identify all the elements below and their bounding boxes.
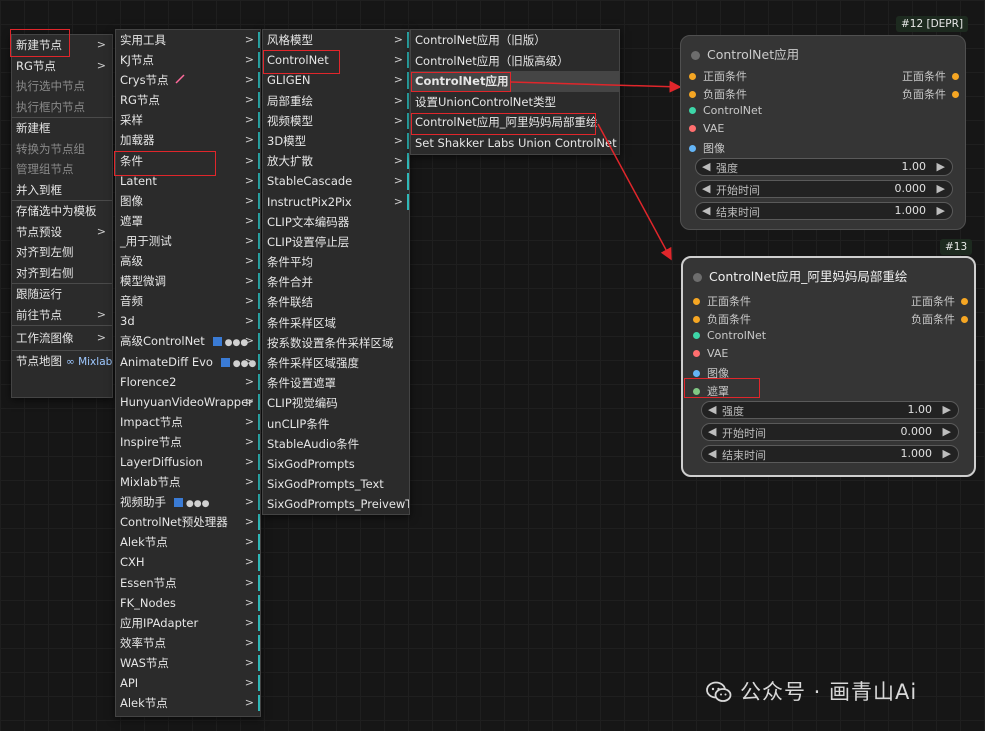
decrement-arrow-icon[interactable]: ◀ (708, 425, 716, 438)
input-slot[interactable]: 图像 (689, 140, 725, 156)
increment-arrow-icon[interactable]: ▶ (937, 160, 945, 173)
highlight-mask-input (684, 378, 760, 398)
input-slot[interactable]: 正面条件 (693, 293, 751, 309)
slot-dot-icon[interactable] (952, 91, 959, 98)
number-widget[interactable]: ◀ 开始时间 0.000 ▶ (695, 180, 953, 198)
number-widget[interactable]: ◀ 强度 1.00 ▶ (695, 158, 953, 176)
watermark: 公众号 · 画青山Ai (706, 676, 917, 706)
decrement-arrow-icon[interactable]: ◀ (702, 160, 710, 173)
decrement-arrow-icon[interactable]: ◀ (702, 182, 710, 195)
slot-dot-icon[interactable] (961, 316, 968, 323)
node-title[interactable]: ControlNet应用_阿里妈妈局部重绘 (693, 266, 907, 285)
input-slot[interactable]: 负面条件 (693, 311, 751, 327)
input-slot[interactable]: ControlNet (689, 104, 762, 117)
output-slot[interactable]: 负面条件 (902, 86, 959, 102)
slot-dot-icon[interactable] (693, 370, 700, 377)
number-widget[interactable]: ◀ 结束时间 1.000 ▶ (701, 445, 959, 463)
output-slot[interactable]: 正面条件 (911, 293, 968, 309)
decrement-arrow-icon[interactable]: ◀ (708, 447, 716, 460)
output-slot[interactable]: 负面条件 (911, 311, 968, 327)
collapse-dot-icon[interactable] (691, 51, 700, 60)
increment-arrow-icon[interactable]: ▶ (937, 182, 945, 195)
wechat-icon (706, 681, 732, 702)
number-widget[interactable]: ◀ 开始时间 0.000 ▶ (701, 423, 959, 441)
input-slot[interactable]: 负面条件 (689, 86, 747, 102)
input-slot[interactable]: ControlNet (693, 329, 766, 342)
collapse-dot-icon[interactable] (693, 273, 702, 282)
slot-dot-icon[interactable] (689, 145, 696, 152)
slot-dot-icon[interactable] (689, 91, 696, 98)
number-widget[interactable]: ◀ 结束时间 1.000 ▶ (695, 202, 953, 220)
slot-dot-icon[interactable] (693, 332, 700, 339)
decrement-arrow-icon[interactable]: ◀ (708, 403, 716, 416)
number-widget[interactable]: ◀ 强度 1.00 ▶ (701, 401, 959, 419)
increment-arrow-icon[interactable]: ▶ (943, 447, 951, 460)
input-slot[interactable]: 正面条件 (689, 68, 747, 84)
increment-arrow-icon[interactable]: ▶ (943, 425, 951, 438)
output-slot[interactable]: 正面条件 (902, 68, 959, 84)
slot-dot-icon[interactable] (961, 298, 968, 305)
slot-dot-icon[interactable] (689, 125, 696, 132)
slot-dot-icon[interactable] (689, 107, 696, 114)
controlnet-apply-node[interactable]: ControlNet应用 正面条件负面条件 ControlNet VAE 图像 正面条件… (680, 35, 966, 230)
node-id-badge: #13 (940, 239, 973, 255)
increment-arrow-icon[interactable]: ▶ (937, 204, 945, 217)
slot-dot-icon[interactable] (693, 316, 700, 323)
input-slot[interactable]: VAE (689, 122, 724, 135)
decrement-arrow-icon[interactable]: ◀ (702, 204, 710, 217)
increment-arrow-icon[interactable]: ▶ (943, 403, 951, 416)
controlnet-inpaint-node[interactable]: ControlNet应用_阿里妈妈局部重绘 正面条件负面条件 ControlNet… (681, 256, 976, 477)
input-slot[interactable]: VAE (693, 347, 728, 360)
slot-dot-icon[interactable] (689, 73, 696, 80)
slot-dot-icon[interactable] (693, 350, 700, 357)
node-title[interactable]: ControlNet应用 (691, 44, 799, 63)
node-id-badge: #12 [DEPR] (896, 16, 969, 32)
slot-dot-icon[interactable] (952, 73, 959, 80)
slot-dot-icon[interactable] (693, 298, 700, 305)
